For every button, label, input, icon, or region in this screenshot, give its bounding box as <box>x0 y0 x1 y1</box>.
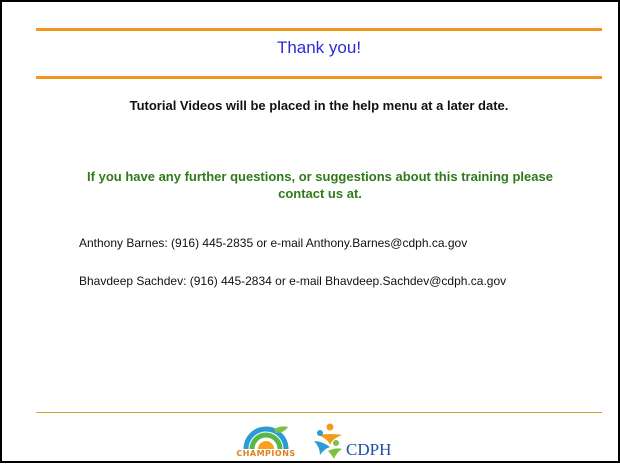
tutorial-notice: Tutorial Videos will be placed in the he… <box>129 98 509 113</box>
champions-logo: CHAMPIONS <box>234 419 298 463</box>
top-divider <box>36 28 602 31</box>
contact-anthony-barnes: Anthony Barnes: (916) 445-2835 or e-mail… <box>79 236 468 250</box>
questions-message: If you have any further questions, or su… <box>87 169 553 201</box>
slide: Thank you! Tutorial Videos will be place… <box>0 0 620 463</box>
slide-title: Thank you! <box>276 38 362 57</box>
contact-bhavdeep-sachdev: Bhavdeep Sachdev: (916) 445-2834 or e-ma… <box>79 274 507 288</box>
champions-logo-text: CHAMPIONS <box>236 449 296 458</box>
title-divider <box>36 76 602 79</box>
cdph-logo-text: CDPH <box>346 440 392 459</box>
footer-divider <box>36 412 602 413</box>
cdph-logo: CDPH <box>308 419 392 463</box>
footer-logos: CHAMPIONS CDPH <box>234 419 394 463</box>
